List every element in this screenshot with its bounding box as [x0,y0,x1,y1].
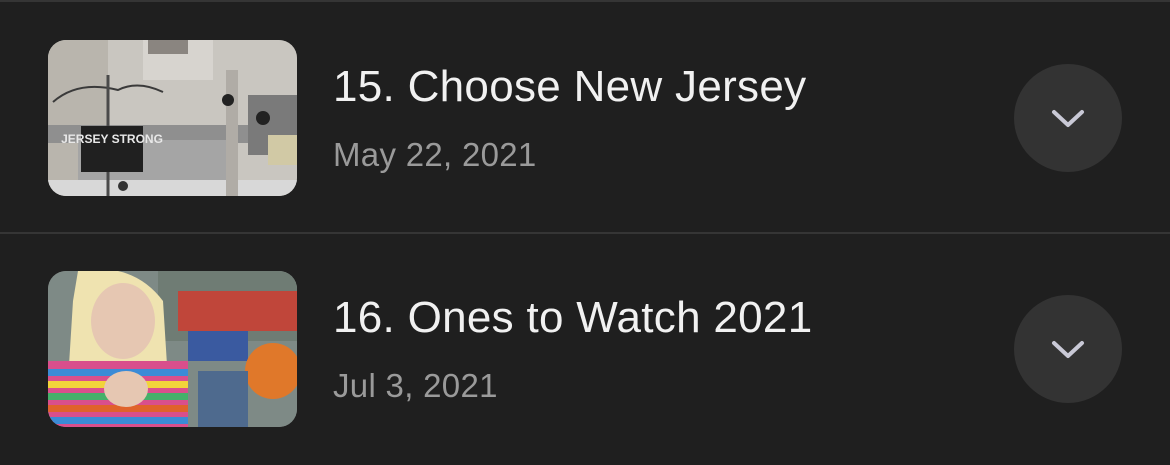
storefront-thumbnail-image: JERSEY STRONG [48,40,297,196]
chevron-down-icon [1052,110,1084,127]
episode-thumbnail[interactable]: JERSEY STRONG [48,40,297,196]
episode-title[interactable]: 16. Ones to Watch 2021 [333,293,812,343]
row-divider [0,232,1170,234]
expand-button[interactable] [1014,295,1122,403]
person-thumbnail-image [48,271,297,427]
episode-date: May 22, 2021 [333,136,537,173]
episode-row[interactable]: JERSEY STRONG 15. Choose New Jersey May … [0,12,1170,212]
chevron-down-icon [1052,341,1084,358]
thumbnail-sign-text: JERSEY STRONG [61,132,163,146]
episode-title[interactable]: 15. Choose New Jersey [333,62,806,112]
top-divider [0,0,1170,2]
episode-thumbnail[interactable] [48,271,297,427]
episode-date: Jul 3, 2021 [333,367,498,404]
expand-button[interactable] [1014,64,1122,172]
episode-row[interactable]: 16. Ones to Watch 2021 Jul 3, 2021 [0,243,1170,443]
